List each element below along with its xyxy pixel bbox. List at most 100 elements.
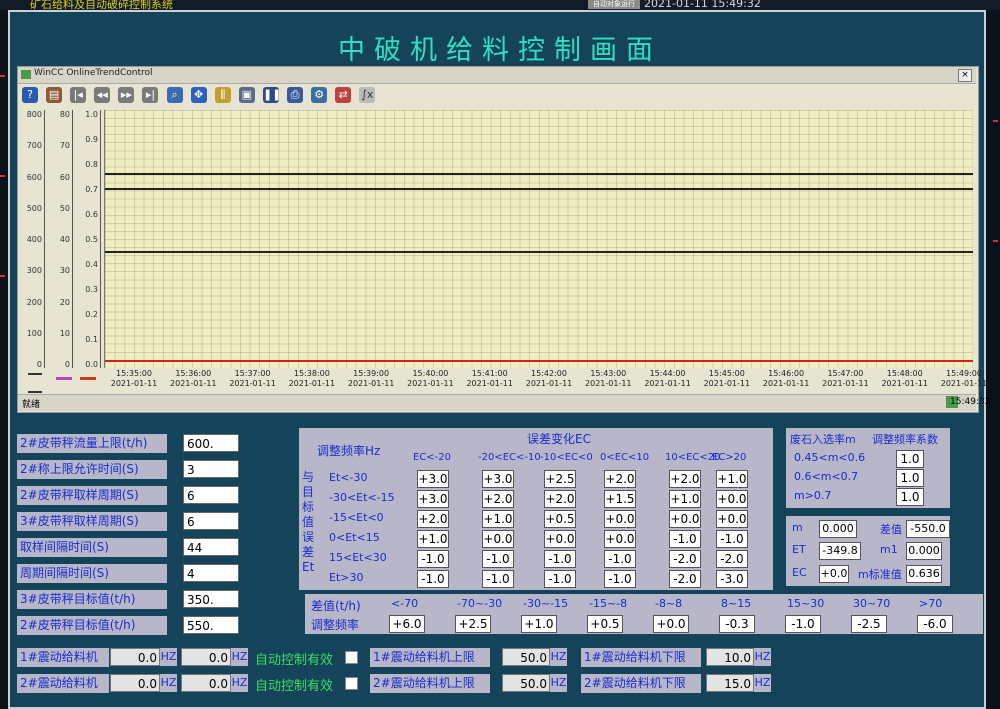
- param-input[interactable]: 3: [183, 460, 239, 478]
- fuzzy-value[interactable]: +0.0: [544, 530, 576, 548]
- fuzzy-value[interactable]: -1.0: [482, 550, 514, 568]
- param-input[interactable]: 44: [183, 538, 239, 556]
- x-axis: 15:35:00 2021-01-11 15:36:00 2021-01-11 15:3…: [104, 369, 988, 393]
- fuzzy-value[interactable]: -1.0: [417, 570, 449, 588]
- x-tick-time: 15:44:00: [649, 369, 686, 378]
- diff-frequency-value[interactable]: -2.5: [851, 615, 887, 633]
- fuzzy-value[interactable]: +0.0: [716, 510, 748, 528]
- fuzzy-value[interactable]: -1.0: [417, 550, 449, 568]
- help-icon[interactable]: ?: [22, 87, 38, 103]
- fuzzy-value[interactable]: +2.5: [544, 470, 576, 488]
- fuzzy-value[interactable]: +0.0: [604, 530, 636, 548]
- trend-line: [105, 172, 973, 175]
- fuzzy-value[interactable]: -1.0: [669, 530, 701, 548]
- fuzzy-value[interactable]: +2.0: [604, 470, 636, 488]
- x-tick-time: 15:35:00: [116, 369, 152, 378]
- fuzzy-value[interactable]: +1.0: [669, 490, 701, 508]
- prev-icon[interactable]: ◂◂: [94, 87, 111, 103]
- diff-frequency-value[interactable]: -1.0: [785, 615, 821, 633]
- x-tick-time: 15:47:00: [827, 369, 864, 378]
- diff-frequency-value[interactable]: +0.0: [653, 615, 689, 633]
- first-icon[interactable]: |◂: [70, 87, 87, 103]
- edge-marker: [0, 75, 5, 77]
- feeder-lower-input[interactable]: 15.0: [706, 674, 754, 692]
- config-icon[interactable]: ▤: [46, 87, 63, 103]
- x-tick-time: 15:37:00: [234, 369, 271, 378]
- edge-marker: [0, 175, 5, 177]
- formula-icon[interactable]: ∫x: [359, 87, 376, 103]
- fuzzy-value[interactable]: -1.0: [544, 550, 576, 568]
- y-tick-label: 0.5: [85, 235, 98, 244]
- fuzzy-value[interactable]: -3.0: [716, 570, 748, 588]
- fuzzy-value[interactable]: +0.0: [669, 510, 701, 528]
- trend-legend-icon: [56, 377, 72, 380]
- x-tick-time: 15:36:00: [175, 369, 212, 378]
- fuzzy-value[interactable]: +2.0: [482, 490, 514, 508]
- rock-coefficient[interactable]: 1.0: [896, 488, 924, 506]
- fuzzy-value[interactable]: +0.0: [716, 490, 748, 508]
- feeder-upper-input[interactable]: 50.0: [502, 674, 550, 692]
- param-input[interactable]: 6: [183, 512, 239, 530]
- feeder-lower-label: 2#震动给料机下限: [581, 674, 701, 693]
- fuzzy-value[interactable]: +3.0: [417, 490, 449, 508]
- fuzzy-value[interactable]: +2.0: [417, 510, 449, 528]
- param-input[interactable]: 550.: [183, 616, 239, 634]
- fuzzy-value[interactable]: -2.0: [716, 550, 748, 568]
- auto-control-checkbox[interactable]: [345, 651, 358, 664]
- feeder-upper-input[interactable]: 50.0: [502, 648, 550, 666]
- fuzzy-value[interactable]: +0.5: [544, 510, 576, 528]
- fuzzy-value[interactable]: -1.0: [716, 530, 748, 548]
- zoom-icon[interactable]: ⌕: [166, 87, 183, 103]
- edge-marker: [993, 240, 998, 242]
- ec-column-header: -20<EC<-10: [478, 452, 541, 463]
- print-icon[interactable]: ⎙: [287, 87, 304, 103]
- diff-frequency-table: 差值(t/h) 调整频率 <-70 +6.0 -70~-30 +2.5 -30~-15 +…: [305, 594, 983, 634]
- diff-frequency-value[interactable]: -0.3: [719, 615, 755, 633]
- export-icon[interactable]: ⇄: [335, 87, 352, 103]
- fuzzy-value[interactable]: +0.0: [604, 510, 636, 528]
- trend-plot-area[interactable]: [104, 110, 973, 368]
- diff-frequency-value[interactable]: +1.0: [521, 615, 557, 633]
- param-input[interactable]: 350.: [183, 590, 239, 608]
- fuzzy-value[interactable]: -2.0: [669, 570, 701, 588]
- fuzzy-value[interactable]: -1.0: [604, 570, 636, 588]
- fuzzy-value[interactable]: -1.0: [482, 570, 514, 588]
- fuzzy-value[interactable]: +2.0: [669, 470, 701, 488]
- rock-coefficient[interactable]: 1.0: [896, 469, 924, 487]
- diff-frequency-value[interactable]: +2.5: [455, 615, 491, 633]
- diff-frequency-value[interactable]: +6.0: [389, 615, 425, 633]
- diff-frequency-value[interactable]: -6.0: [917, 615, 953, 633]
- x-tick-date: 2021-01-11: [881, 379, 928, 388]
- fuzzy-value[interactable]: +0.0: [482, 530, 514, 548]
- param-input[interactable]: 4: [183, 564, 239, 582]
- fuzzy-value[interactable]: -2.0: [669, 550, 701, 568]
- status-time: 15:49:32: [950, 397, 991, 407]
- close-icon[interactable]: ×: [958, 69, 972, 82]
- diff-range-label: -70~-30: [457, 597, 503, 610]
- pause-icon[interactable]: ❚❚: [262, 87, 281, 103]
- fuzzy-value[interactable]: +1.0: [482, 510, 514, 528]
- connect-icon[interactable]: ⚙: [311, 87, 328, 103]
- y-tick-label: 0.4: [85, 260, 98, 269]
- fuzzy-value[interactable]: +3.0: [417, 470, 449, 488]
- feeder-lower-input[interactable]: 10.0: [706, 648, 754, 666]
- feeder-freq-2: 0.0: [181, 674, 231, 692]
- param-input[interactable]: 600.: [183, 434, 239, 452]
- next-icon[interactable]: ▸▸: [118, 87, 135, 103]
- move-icon[interactable]: ✥: [190, 87, 207, 103]
- fuzzy-value[interactable]: -1.0: [544, 570, 576, 588]
- fuzzy-value[interactable]: +1.0: [417, 530, 449, 548]
- fuzzy-value[interactable]: -1.0: [604, 550, 636, 568]
- fuzzy-value[interactable]: +1.5: [604, 490, 636, 508]
- param-input[interactable]: 6: [183, 486, 239, 504]
- fuzzy-value[interactable]: +2.0: [544, 490, 576, 508]
- rock-coefficient[interactable]: 1.0: [896, 450, 924, 468]
- ruler-icon[interactable]: ⫼: [214, 87, 231, 103]
- fuzzy-value[interactable]: +3.0: [482, 470, 514, 488]
- diff-frequency-value[interactable]: +0.5: [587, 615, 623, 633]
- select-icon[interactable]: ▣: [238, 87, 255, 103]
- fuzzy-value[interactable]: +1.0: [716, 470, 748, 488]
- trend-control[interactable]: WinCC OnlineTrendControl × ? ▤ |◂ ◂◂ ▸▸ …: [17, 66, 990, 413]
- last-icon[interactable]: ▸|: [142, 87, 159, 103]
- auto-control-checkbox[interactable]: [345, 677, 358, 690]
